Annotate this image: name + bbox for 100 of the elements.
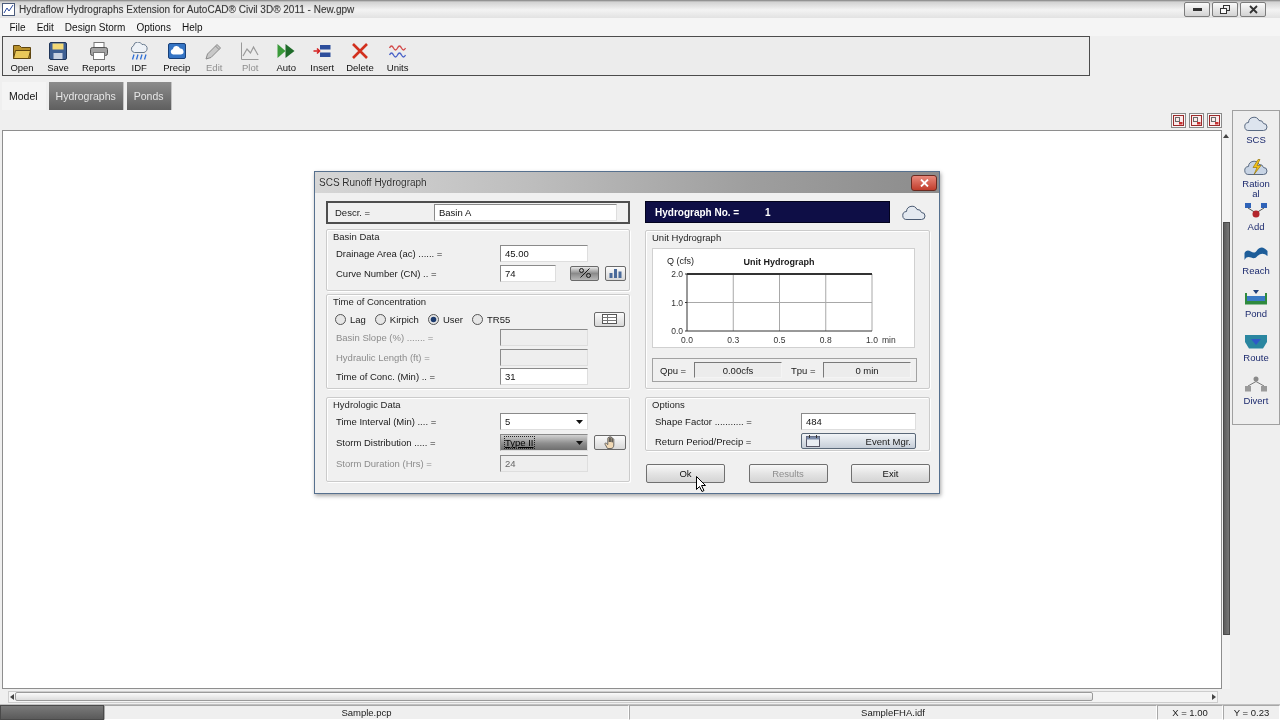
view-button[interactable] xyxy=(1171,112,1186,128)
field-label: Shape Factor ........... = xyxy=(655,415,753,427)
cloud-icon xyxy=(1244,115,1268,131)
field-label: Time of Conc. (Min) .. = xyxy=(336,371,437,383)
cloud-icon xyxy=(167,41,186,60)
tick-label: 0.3 xyxy=(727,335,740,345)
cloud-icon xyxy=(902,204,926,220)
chart-button[interactable] xyxy=(605,265,626,281)
group-title: Options xyxy=(652,399,685,411)
field-label: Basin Slope (%) ....... = xyxy=(336,332,435,344)
frame-icon xyxy=(1209,114,1220,126)
field-label: Descr. = xyxy=(335,207,372,218)
sidebar-button[interactable]: Route xyxy=(1234,332,1278,376)
menu-item[interactable]: Help xyxy=(176,21,208,33)
split-icon xyxy=(1244,376,1268,392)
hydrograph-number-value: 1 xyxy=(765,206,771,218)
toolbar-button[interactable]: Units xyxy=(382,37,413,75)
line-chart-icon xyxy=(241,41,260,60)
calendar-icon xyxy=(806,435,820,447)
sidebar-button[interactable]: Reach xyxy=(1234,245,1278,289)
field-label: Curve Number (CN) .. = xyxy=(336,267,438,279)
dialog-button[interactable]: Exit xyxy=(851,464,930,483)
tick-label: 2.0 xyxy=(671,269,683,279)
field-label: Storm Distribution ..... = xyxy=(336,437,437,448)
mouse-pointer-icon xyxy=(696,476,706,492)
group-title: Time of Concentration xyxy=(333,296,427,308)
sidebar-button[interactable]: Rational xyxy=(1234,158,1278,202)
text-field[interactable]: 45.00 xyxy=(500,244,588,262)
basin-icon xyxy=(1244,332,1268,349)
menu-item[interactable]: File xyxy=(4,21,32,33)
table-button[interactable] xyxy=(594,311,625,327)
toolbar-button[interactable]: Delete xyxy=(343,37,377,75)
pond-icon xyxy=(1244,289,1268,305)
menu-item[interactable]: Edit xyxy=(31,21,60,33)
scrollbar-thumb[interactable] xyxy=(1222,222,1230,635)
tab[interactable]: Ponds xyxy=(126,82,172,110)
restore-icon xyxy=(1220,4,1230,14)
caret-down-icon xyxy=(576,440,583,445)
group-title: Unit Hydrograph xyxy=(652,232,722,244)
close-button[interactable] xyxy=(1240,1,1266,17)
scroll-right-icon[interactable] xyxy=(1212,693,1216,700)
frame-icon xyxy=(1191,114,1202,126)
toolbar-button[interactable]: Precip xyxy=(160,37,194,75)
sidebar-button[interactable]: SCS xyxy=(1234,115,1278,159)
radio-option[interactable]: User xyxy=(427,313,463,325)
toolbar-button[interactable]: Auto xyxy=(271,37,302,75)
radio-option[interactable]: Kirpich xyxy=(374,313,419,325)
readout-field: 0.00cfs xyxy=(694,362,782,378)
window-title: Hydraflow Hydrographs Extension for AutoCAD® Civil 3D® 2011 - New.gpw xyxy=(19,3,355,15)
hand-button[interactable] xyxy=(594,435,626,450)
percent-button[interactable] xyxy=(570,265,599,281)
frame-icon xyxy=(1173,114,1184,126)
dialog-button[interactable]: Ok xyxy=(646,464,725,483)
tick-label: 1.0 xyxy=(671,297,683,308)
dropdown[interactable]: 5 xyxy=(500,413,588,430)
dialog-title: SCS Runoff Hydrograph xyxy=(319,177,427,188)
tick-label: 1.0 xyxy=(866,335,878,345)
tick-label: 0.8 xyxy=(819,335,832,345)
menu-item[interactable]: Options xyxy=(130,21,177,33)
text-field[interactable]: 484 xyxy=(801,412,916,430)
group-title: Basin Data xyxy=(333,231,380,243)
delete-icon xyxy=(350,41,369,60)
close-icon xyxy=(1248,4,1258,14)
view-button[interactable] xyxy=(1207,112,1222,128)
menu-item[interactable]: Design Storm xyxy=(59,21,131,33)
text-field[interactable]: Basin A xyxy=(434,204,617,221)
view-button[interactable] xyxy=(1189,112,1204,128)
toolbar-button[interactable]: Insert xyxy=(307,37,338,75)
toolbar-button[interactable]: Save xyxy=(43,37,73,75)
sidebar-button[interactable]: Pond xyxy=(1234,289,1278,333)
toolbar-button[interactable]: IDF xyxy=(124,37,155,75)
close-button[interactable] xyxy=(911,174,937,191)
sidebar-button[interactable]: Add xyxy=(1234,202,1278,246)
axis-label: min xyxy=(882,335,896,345)
toolbar-button[interactable]: Reports xyxy=(79,37,119,75)
dropdown[interactable]: Type II xyxy=(500,434,588,451)
minimize-button[interactable] xyxy=(1184,1,1210,17)
pencil-icon xyxy=(205,41,224,60)
axis-label: Q (cfs) xyxy=(667,256,694,266)
event-manager-button[interactable]: Event Mgr. xyxy=(801,433,916,449)
status-text: Y = 0.23 xyxy=(1223,705,1280,720)
sidebar-button[interactable]: Divert xyxy=(1234,376,1278,420)
minimize-icon xyxy=(1192,7,1202,11)
radio-option[interactable]: Lag xyxy=(335,313,366,325)
caret-down-icon xyxy=(576,419,583,424)
restore-button[interactable] xyxy=(1212,1,1238,17)
tab[interactable]: Hydrographs xyxy=(48,82,124,110)
status-text: X = 1.00 xyxy=(1157,705,1223,720)
hydrograph-number-label: Hydrograph No. = xyxy=(655,206,741,218)
scrollbar-thumb[interactable] xyxy=(15,692,1093,701)
tick-label: 0.0 xyxy=(671,326,683,336)
radio-option[interactable]: TR55 xyxy=(471,313,511,325)
wave-icon xyxy=(1244,245,1268,262)
junction-icon xyxy=(1244,202,1268,218)
tick-label: 0.5 xyxy=(773,335,786,345)
tab[interactable]: Model xyxy=(2,82,46,110)
text-field[interactable]: 74 xyxy=(500,264,556,282)
toolbar-button[interactable]: Open xyxy=(7,37,37,75)
scroll-up-icon[interactable] xyxy=(1223,134,1229,138)
text-field[interactable]: 31 xyxy=(500,368,588,386)
